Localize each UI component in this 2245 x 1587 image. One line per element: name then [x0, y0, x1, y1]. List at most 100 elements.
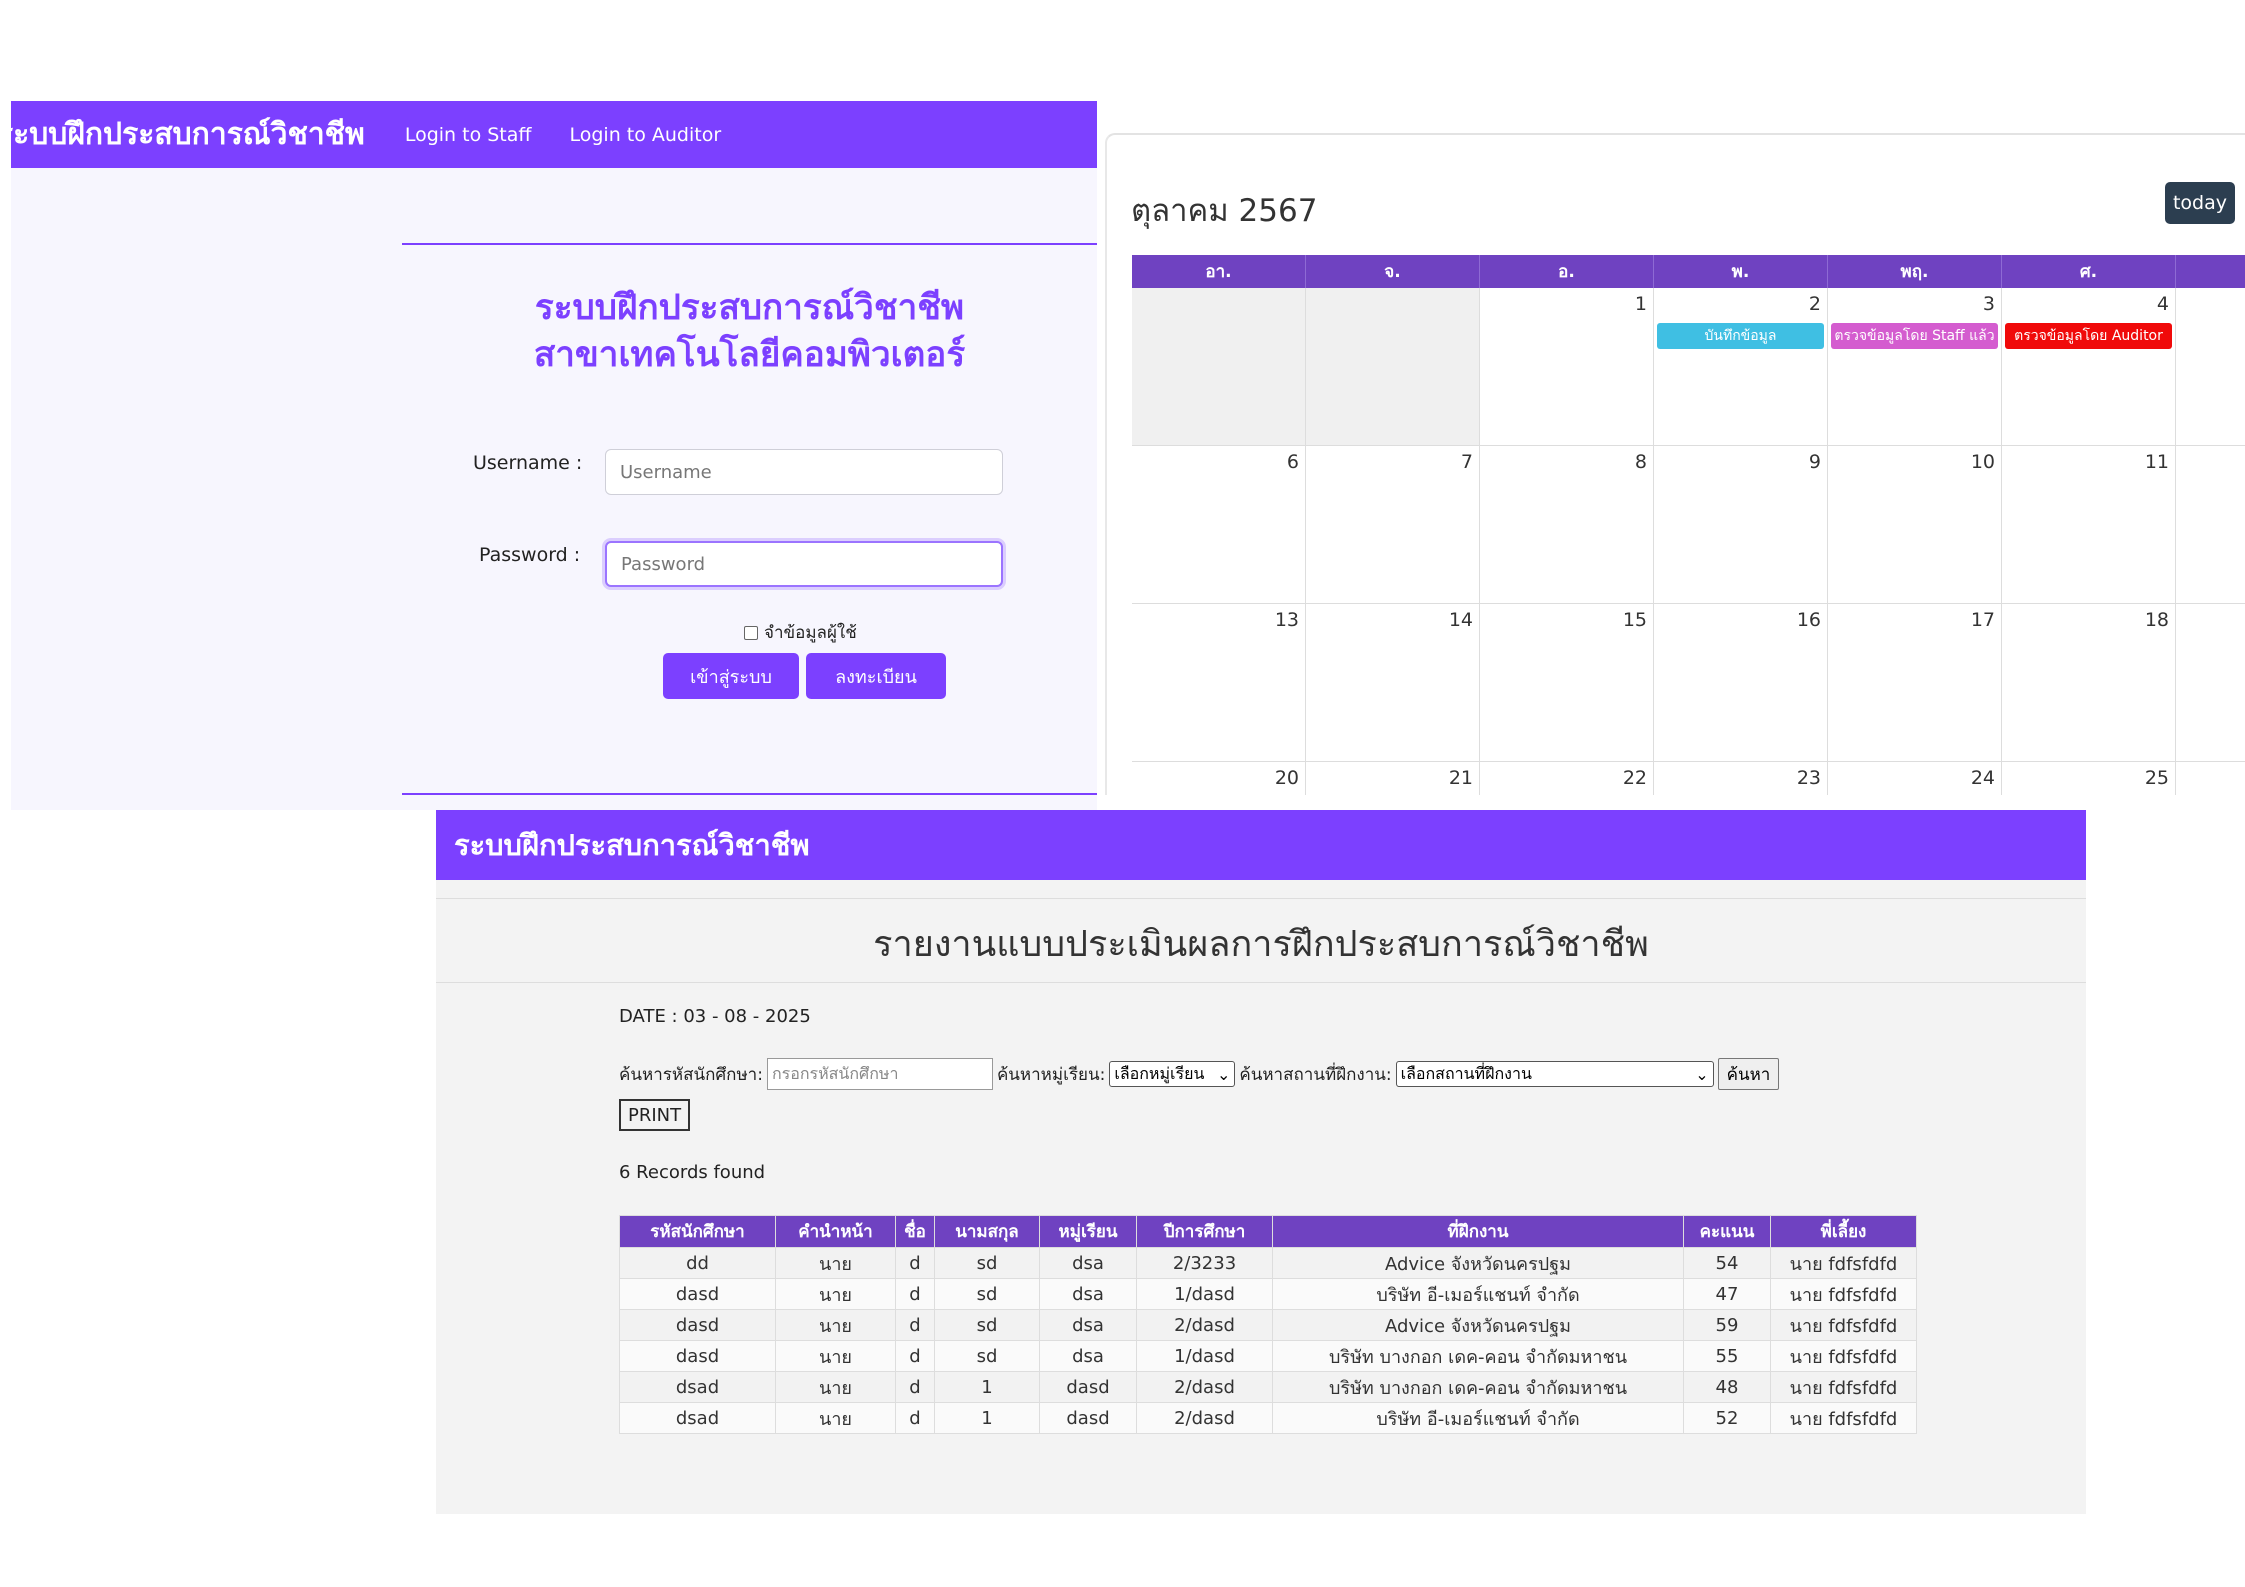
today-button[interactable]: today — [2165, 182, 2235, 224]
table-cell: dsa — [1039, 1340, 1137, 1372]
place-select[interactable]: เลือกสถานที่ฝึกงาน ⌄ — [1395, 1061, 1714, 1087]
calendar-day-cell[interactable]: 5 — [2176, 288, 2245, 446]
calendar-event[interactable]: บันทึกข้อมูล — [1657, 323, 1824, 349]
table-cell: 55 — [1683, 1340, 1771, 1372]
table-cell: dsa — [1039, 1309, 1137, 1341]
report-heading-divider-bottom — [436, 982, 2086, 983]
remember-checkbox[interactable] — [744, 625, 758, 640]
calendar-day-cell[interactable]: 16 — [1654, 604, 1828, 762]
login-window: ระบบฝึกประสบการณ์วิชาชีพ Login to Staff … — [11, 101, 1097, 810]
table-column-header: ปีการศึกษา — [1136, 1215, 1273, 1248]
calendar-event[interactable]: ตรวจข้อมูลโดย Staff แล้ว — [1831, 323, 1998, 349]
calendar-day-header: พฤ. — [1828, 255, 2002, 288]
calendar-day-cell[interactable]: 15 — [1480, 604, 1654, 762]
divider-top — [402, 243, 1097, 245]
calendar-day-cell[interactable]: 17 — [1828, 604, 2002, 762]
register-button[interactable]: ลงทะเบียน — [806, 653, 946, 699]
calendar-day-cell[interactable]: 12 — [2176, 446, 2245, 604]
calendar-day-cell[interactable] — [1306, 288, 1480, 446]
calendar-day-cell[interactable]: 10 — [1828, 446, 2002, 604]
print-button[interactable]: PRINT — [619, 1099, 691, 1131]
login-to-auditor-link[interactable]: Login to Auditor — [569, 124, 721, 146]
table-cell: dsad — [619, 1371, 776, 1403]
calendar-day-cell[interactable]: 14 — [1306, 604, 1480, 762]
table-cell: นาย — [775, 1278, 896, 1310]
table-cell: นาย — [775, 1371, 896, 1403]
table-header-row: รหัสนักศึกษา คำนำหน้า ชื่อ นามสกุล หมู่เรียน… — [619, 1215, 1917, 1248]
report-heading-divider-top — [436, 898, 2086, 899]
group-select-value: เลือกหมู่เรียน — [1114, 1063, 1205, 1083]
navbar-brand[interactable]: ระบบฝึกประสบการณ์วิชาชีพ — [11, 111, 365, 158]
calendar-day-cell[interactable]: 3 ตรวจข้อมูลโดย Staff แล้ว — [1828, 288, 2002, 446]
remember-label: จำข้อมูลผู้ใช้ — [764, 623, 857, 643]
table-cell: 2/dasd — [1136, 1309, 1273, 1341]
calendar-day-header: อา. — [1132, 255, 1306, 288]
search-button[interactable]: ค้นหา — [1717, 1058, 1780, 1090]
search-bar: ค้นหารหัสนักศึกษา: กรอกรหัสนักศึกษา ค้นห… — [619, 1058, 1780, 1090]
table-cell: Advice จังหวัดนครปฐม — [1272, 1309, 1684, 1341]
table-cell: sd — [934, 1340, 1040, 1372]
table-cell: sd — [934, 1278, 1040, 1310]
calendar-event[interactable]: ตรวจข้อมูลโดย Auditor — [2005, 323, 2172, 349]
login-button[interactable]: เข้าสู่ระบบ — [663, 653, 799, 699]
table-cell: d — [895, 1309, 935, 1341]
calendar-day-cell[interactable]: 25 — [2002, 762, 2176, 795]
table-cell: 2/dasd — [1136, 1402, 1273, 1434]
chevron-down-icon: ⌄ — [1695, 1064, 1709, 1084]
table-cell: 1 — [934, 1371, 1040, 1403]
remember-me[interactable]: จำข้อมูลผู้ใช้ — [744, 619, 857, 646]
calendar-day-cell[interactable]: 24 — [1828, 762, 2002, 795]
calendar-day-cell[interactable]: 2 บันทึกข้อมูล — [1654, 288, 1828, 446]
report-title: รายงานแบบประเมินผลการฝึกประสบการณ์วิชาชี… — [873, 924, 1649, 965]
calendar-day-cell[interactable]: 20 — [1132, 762, 1306, 795]
username-label: Username : — [473, 452, 583, 474]
table-cell: นาย fdfsfdfd — [1770, 1309, 1917, 1341]
login-title-line2: สาขาเทคโนโลยีคอมพิวเตอร์ — [533, 335, 966, 375]
calendar-day-number: 16 — [1796, 609, 1821, 631]
calendar-day-cell[interactable]: 4 ตรวจข้อมูลโดย Auditor — [2002, 288, 2176, 446]
calendar-day-cell[interactable]: 13 — [1132, 604, 1306, 762]
table-cell: 52 — [1683, 1402, 1771, 1434]
calendar-day-number: 21 — [1448, 767, 1473, 789]
calendar-day-number: 23 — [1796, 767, 1821, 789]
report-navbar-brand[interactable]: ระบบฝึกประสบการณ์วิชาชีพ — [454, 822, 810, 868]
student-id-search-input[interactable]: กรอกรหัสนักศึกษา — [766, 1058, 993, 1090]
table-cell: บริษัท บางกอก เดค-คอน จำกัดมหาชน — [1272, 1371, 1684, 1403]
table-cell: 1/dasd — [1136, 1278, 1273, 1310]
login-to-staff-link[interactable]: Login to Staff — [405, 124, 532, 146]
calendar-day-number: 25 — [2144, 767, 2169, 789]
calendar-day-cell[interactable]: 21 — [1306, 762, 1480, 795]
calendar-day-cell[interactable]: 9 — [1654, 446, 1828, 604]
report-navbar: ระบบฝึกประสบการณ์วิชาชีพ — [436, 810, 2086, 880]
calendar-day-cell[interactable] — [1132, 288, 1306, 446]
calendar-day-cell[interactable]: 19 — [2176, 604, 2245, 762]
calendar-day-number: 17 — [1970, 609, 1995, 631]
username-input[interactable] — [605, 449, 1003, 495]
calendar-day-cell[interactable]: 7 — [1306, 446, 1480, 604]
table-cell: dasd — [1039, 1371, 1137, 1403]
password-input[interactable] — [605, 541, 1003, 587]
group-select[interactable]: เลือกหมู่เรียน ⌄ — [1109, 1061, 1236, 1087]
table-row: dd นาย d sd dsa 2/3233 Advice จังหวัดนครปฐม 54 น… — [619, 1247, 1917, 1279]
table-cell: บริษัท อี-เมอร์แชนท์ จำกัด — [1272, 1402, 1684, 1434]
calendar-day-cell[interactable]: 26 — [2176, 762, 2245, 795]
table-column-header: คะแนน — [1683, 1215, 1771, 1248]
table-cell: นาย — [775, 1247, 896, 1279]
login-title-line1: ระบบฝึกประสบการณ์วิชาชีพ — [534, 288, 965, 328]
calendar-day-cell[interactable]: 11 — [2002, 446, 2176, 604]
calendar-day-number: 11 — [2144, 451, 2169, 473]
table-column-header: หมู่เรียน — [1039, 1215, 1137, 1248]
calendar-day-cell[interactable]: 6 — [1132, 446, 1306, 604]
place-search-label: ค้นหาสถานที่ฝึกงาน: — [1239, 1064, 1392, 1085]
table-cell: 47 — [1683, 1278, 1771, 1310]
calendar-month-title: ตุลาคม 2567 — [1131, 193, 1318, 229]
table-column-header: พี่เลี้ยง — [1770, 1215, 1917, 1248]
table-cell: นาย fdfsfdfd — [1770, 1371, 1917, 1403]
calendar-day-cell[interactable]: 8 — [1480, 446, 1654, 604]
table-row: dasd นาย d sd dsa 1/dasd บริษัท อี-เมอร์แชนท์ … — [619, 1278, 1917, 1310]
calendar-day-cell[interactable]: 1 — [1480, 288, 1654, 446]
calendar-day-cell[interactable]: 18 — [2002, 604, 2176, 762]
calendar-day-cell[interactable]: 22 — [1480, 762, 1654, 795]
calendar-day-cell[interactable]: 23 — [1654, 762, 1828, 795]
calendar-day-number: 7 — [1460, 451, 1473, 473]
